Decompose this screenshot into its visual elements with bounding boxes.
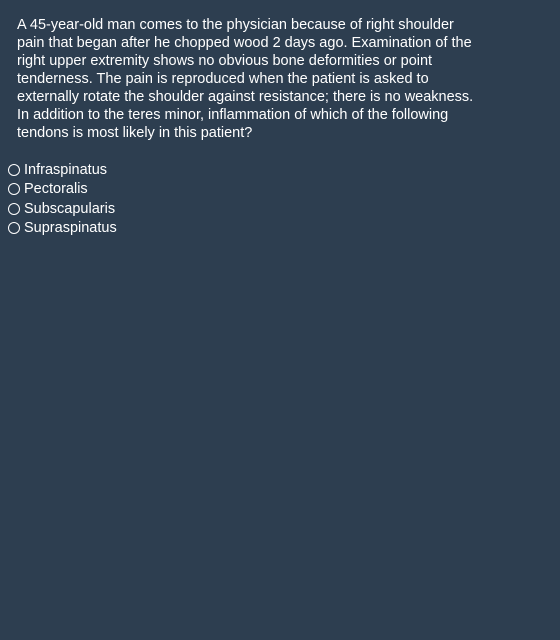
answer-options: Infraspinatus Pectoralis Subscapularis S… [8, 160, 117, 238]
answer-option-label: Pectoralis [24, 181, 88, 198]
answer-option-subscapularis[interactable]: Subscapularis [8, 199, 117, 219]
question-text: A 45-year-old man comes to the physician… [17, 17, 474, 141]
radio-button[interactable] [8, 163, 20, 176]
answer-option-infraspinatus[interactable]: Infraspinatus [8, 160, 117, 180]
answer-option-label: Supraspinatus [24, 220, 117, 237]
answer-option-supraspinatus[interactable]: Supraspinatus [8, 219, 117, 239]
radio-button[interactable] [8, 183, 20, 196]
answer-option-label: Subscapularis [24, 200, 116, 217]
radio-button[interactable] [8, 202, 20, 215]
radio-button[interactable] [8, 222, 20, 235]
answer-option-pectoralis[interactable]: Pectoralis [8, 180, 117, 200]
answer-option-label: Infraspinatus [24, 161, 108, 178]
